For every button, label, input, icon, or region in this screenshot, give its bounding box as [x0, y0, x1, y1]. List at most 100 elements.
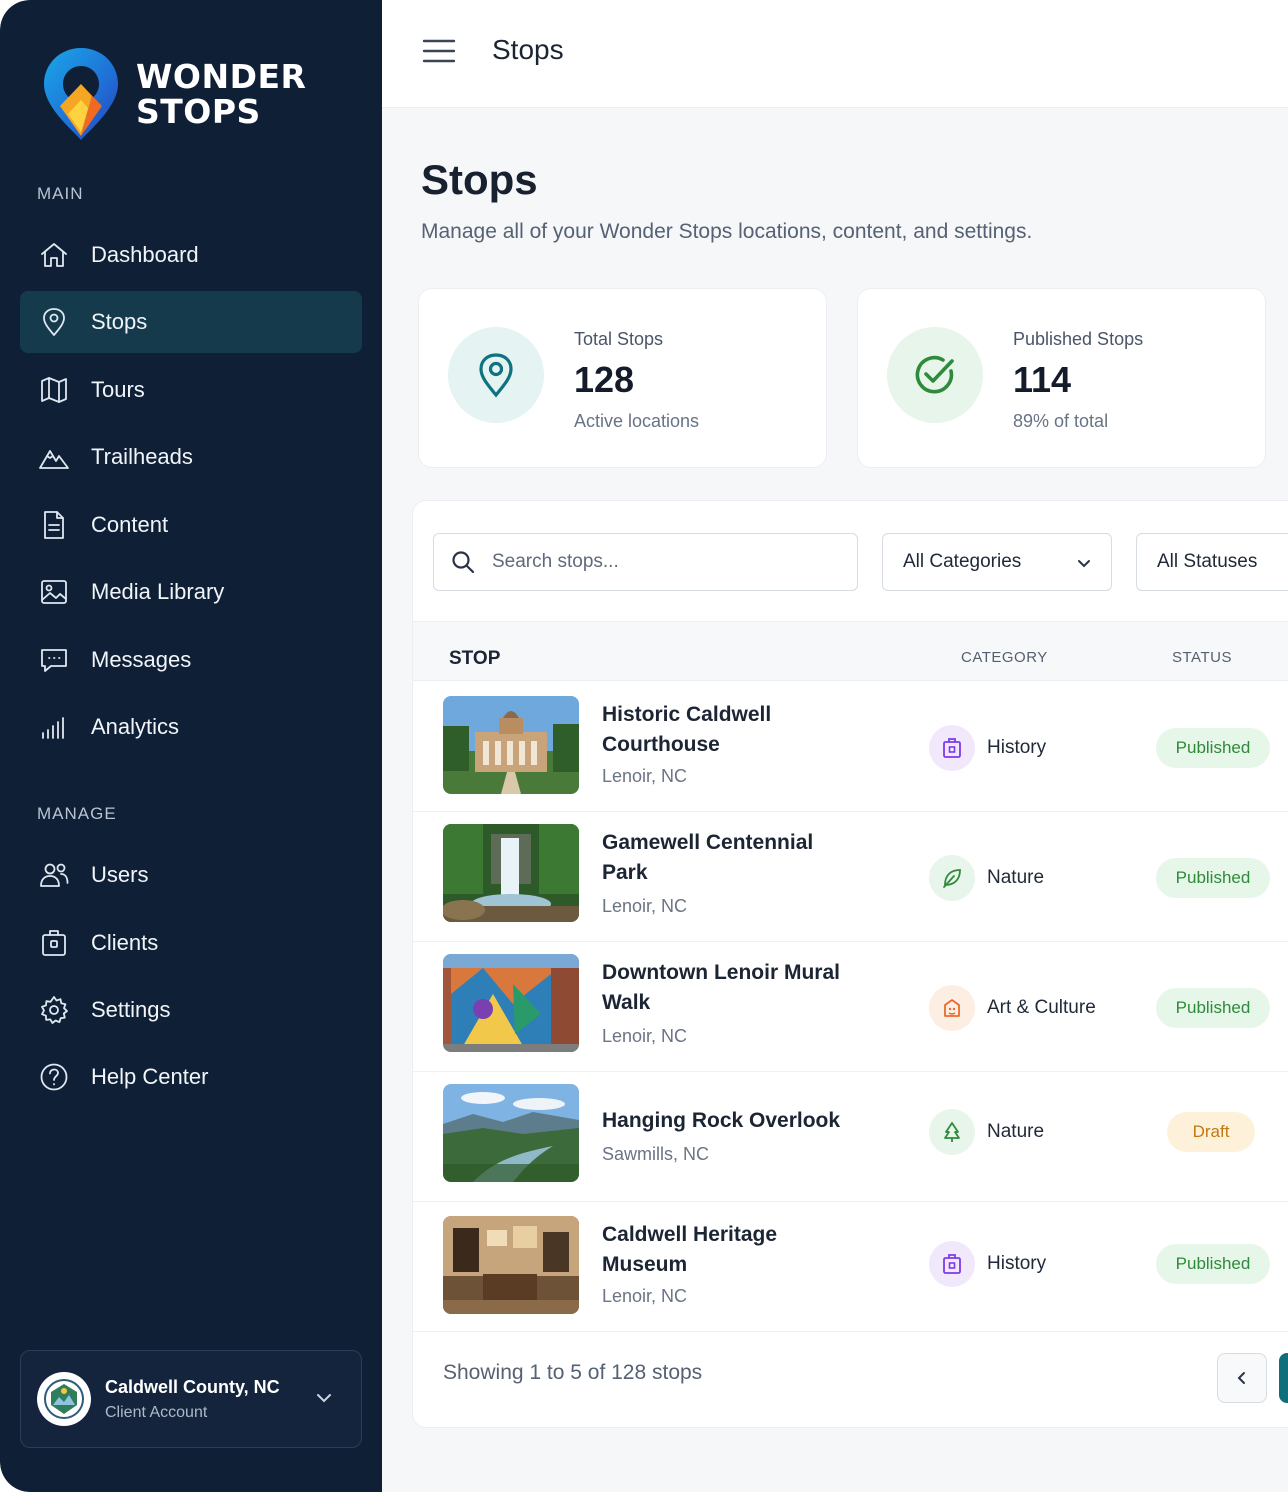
brand-name-line1: WONDER	[136, 57, 307, 96]
map-pin-icon	[479, 353, 513, 398]
sidebar-item-trailheads[interactable]: Trailheads	[20, 426, 362, 488]
sidebar-item-clients[interactable]: Clients	[20, 912, 362, 974]
category-label: Nature	[987, 1121, 1045, 1142]
mountain-icon	[39, 450, 69, 469]
sidebar-item-messages[interactable]: Messages	[20, 629, 362, 691]
category-cell: Nature	[929, 1109, 1044, 1155]
category-cell: History	[929, 725, 1046, 771]
stat-value: 128	[574, 359, 635, 400]
stat-label: Published Stops	[1013, 329, 1144, 349]
category-icon-wrapper	[929, 1241, 975, 1287]
stat-note: Active locations	[574, 411, 700, 431]
category-icon-wrapper	[929, 1109, 975, 1155]
sidebar-item-label: Settings	[91, 997, 171, 1022]
sidebar-item-label: Analytics	[91, 714, 180, 739]
search-icon	[452, 551, 475, 574]
stop-name[interactable]: Downtown Lenoir Mural Walk	[602, 958, 852, 1018]
stop-thumbnail	[443, 824, 579, 922]
category-icon-wrapper	[929, 985, 975, 1031]
sidebar-item-analytics[interactable]: Analytics	[20, 696, 362, 758]
category-filter-value: All Categories	[903, 551, 1022, 572]
sidebar-item-label: Clients	[91, 930, 159, 955]
stop-name[interactable]: Historic Caldwell Courthouse	[602, 700, 852, 760]
search-box[interactable]	[433, 533, 858, 591]
stat-value: 114	[1013, 359, 1072, 400]
pagination-summary: Showing 1 to 5 of 128 stops	[443, 1361, 703, 1384]
stat-icon-wrapper	[887, 327, 983, 423]
sidebar-item-label: Messages	[91, 647, 192, 672]
stop-name[interactable]: Caldwell Heritage Museum	[602, 1220, 852, 1280]
sidebar-item-label: Trailheads	[91, 444, 193, 469]
sidebar-item-media-library[interactable]: Media Library	[20, 561, 362, 623]
stat-icon-wrapper	[448, 327, 544, 423]
table-row[interactable]: Hanging Rock Overlook Sawmills, NC Natur…	[413, 1072, 1288, 1202]
stop-location: Lenoir, NC	[602, 896, 688, 916]
column-header-status[interactable]: STATUS	[1172, 649, 1232, 666]
brand-logo[interactable]: WONDER STOPS	[40, 44, 306, 144]
sidebar-item-label: Help Center	[91, 1064, 209, 1089]
map-pin-icon	[43, 308, 65, 336]
users-icon	[40, 863, 69, 887]
table-header: STOP CATEGORY STATUS	[413, 621, 1288, 681]
table-row[interactable]: Historic Caldwell Courthouse Lenoir, NC …	[413, 682, 1288, 812]
table-row[interactable]: Caldwell Heritage Museum Lenoir, NC Hist…	[413, 1202, 1288, 1332]
stop-location: Lenoir, NC	[602, 766, 688, 786]
sidebar-item-label: Content	[91, 512, 169, 537]
category-label: History	[987, 1253, 1047, 1274]
stat-card-published-stops: Published Stops 114 89% of total	[857, 288, 1266, 468]
page-title: Stops	[421, 156, 538, 203]
column-header-category[interactable]: CATEGORY	[961, 649, 1048, 666]
stops-table-card: All Categories All Statuses STOP CATEGOR…	[412, 500, 1288, 1428]
category-icon-wrapper	[929, 855, 975, 901]
leaf-icon	[943, 869, 961, 888]
county-seal-icon	[44, 1379, 84, 1419]
status-badge: Published	[1156, 858, 1270, 898]
stop-thumbnail	[443, 1216, 579, 1314]
landmark-icon	[943, 738, 961, 758]
sidebar-item-label: Media Library	[91, 579, 225, 604]
nav-section-manage: MANAGE	[37, 804, 117, 823]
brand-name: WONDER STOPS	[136, 59, 306, 129]
table-row[interactable]: Gamewell Centennial Park Lenoir, NC Natu…	[413, 812, 1288, 942]
status-badge: Published	[1156, 988, 1270, 1028]
stop-thumbnail	[443, 954, 579, 1052]
prev-page-button[interactable]	[1217, 1353, 1267, 1403]
status-badge: Published	[1156, 728, 1270, 768]
stop-thumbnail	[443, 696, 579, 794]
sidebar-item-stops[interactable]: Stops	[20, 291, 362, 353]
check-circle-icon	[915, 355, 954, 394]
app-window: WONDER STOPS MAIN Dashboard Stops Tours …	[0, 0, 1288, 1492]
page-1-button[interactable]	[1279, 1353, 1288, 1403]
stop-name[interactable]: Gamewell Centennial Park	[602, 828, 852, 888]
chevron-down-icon	[317, 1394, 331, 1403]
sidebar-item-tours[interactable]: Tours	[20, 359, 362, 421]
topbar-title: Stops	[492, 34, 564, 65]
sidebar-item-label: Dashboard	[91, 242, 199, 267]
stat-label: Total Stops	[574, 329, 664, 349]
stop-name[interactable]: Hanging Rock Overlook	[602, 1106, 852, 1136]
page-subtitle: Manage all of your Wonder Stops location…	[421, 220, 1033, 243]
search-input[interactable]	[492, 551, 812, 573]
chevron-down-icon	[1078, 560, 1090, 568]
sidebar-item-label: Tours	[91, 377, 145, 402]
category-icon-wrapper	[929, 725, 975, 771]
category-label: Nature	[987, 867, 1045, 888]
category-filter-select[interactable]: All Categories	[882, 533, 1112, 591]
column-header-stop[interactable]: STOP	[449, 648, 500, 670]
stop-location: Sawmills, NC	[602, 1144, 710, 1164]
sidebar-item-users[interactable]: Users	[20, 844, 362, 906]
account-switcher[interactable]: Caldwell County, NC Client Account	[20, 1350, 362, 1448]
status-filter-value: All Statuses	[1157, 551, 1258, 572]
menu-icon[interactable]	[422, 36, 456, 66]
sidebar: WONDER STOPS MAIN Dashboard Stops Tours …	[0, 0, 382, 1492]
sidebar-item-content[interactable]: Content	[20, 494, 362, 556]
sidebar-item-help-center[interactable]: Help Center	[20, 1046, 362, 1108]
status-filter-select[interactable]: All Statuses	[1136, 533, 1288, 591]
category-cell: History	[929, 1241, 1046, 1287]
top-bar: Stops	[382, 0, 1288, 108]
table-row[interactable]: Downtown Lenoir Mural Walk Lenoir, NC Ar…	[413, 942, 1288, 1072]
sidebar-item-settings[interactable]: Settings	[20, 979, 362, 1041]
briefcase-icon	[42, 930, 66, 956]
sidebar-item-dashboard[interactable]: Dashboard	[20, 224, 362, 286]
category-label: History	[987, 737, 1047, 758]
